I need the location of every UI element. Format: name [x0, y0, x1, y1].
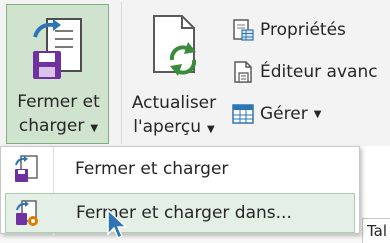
close-and-load-label-line1: Fermer et — [17, 92, 100, 112]
manage-label: Gérer — [260, 104, 308, 124]
close-and-load-icon — [33, 18, 82, 79]
menu-item-label: Fermer et charger — [75, 159, 229, 179]
properties-label: Propriétés — [260, 20, 346, 40]
manage-icon — [232, 104, 254, 124]
ribbon: Fermer et charger ▼ Actualiser l'aperçu ▼ … — [0, 0, 390, 146]
refresh-icon — [153, 15, 197, 76]
refresh-preview-label-line1: Actualiser — [131, 93, 217, 113]
refresh-preview-label-line2: l'aperçu ▼ — [128, 116, 220, 141]
advanced-editor-button[interactable]: Éditeur avanc — [231, 58, 378, 86]
advanced-editor-icon — [234, 61, 252, 83]
menu-item-close-and-load[interactable]: Fermer et charger — [5, 149, 355, 189]
manage-button[interactable]: Gérer ▼ — [231, 100, 321, 128]
advanced-editor-label: Éditeur avanc — [260, 62, 378, 82]
close-and-load-to-icon — [16, 200, 38, 226]
table-tab-partial[interactable]: Tal — [362, 218, 390, 243]
refresh-preview-button[interactable]: Actualiser l'aperçu ▼ — [128, 6, 220, 144]
mouse-pointer-icon — [107, 208, 128, 240]
menu-item-close-and-load-to[interactable]: Fermer et charger dans... — [5, 193, 355, 233]
close-and-load-button[interactable]: Fermer et charger ▼ — [6, 4, 109, 144]
chevron-down-icon: ▼ — [207, 124, 215, 135]
properties-icon — [233, 19, 254, 41]
chevron-down-icon: ▼ — [90, 123, 99, 134]
group-divider — [121, 2, 122, 144]
properties-button[interactable]: Propriétés — [231, 16, 346, 44]
close-and-load-dropdown-menu: Fermer et charger Fermer et charger dans… — [0, 146, 360, 235]
workspace-background — [0, 234, 390, 243]
close-and-load-label-line2: charger ▼ — [7, 115, 110, 140]
close-and-load-icon — [15, 155, 38, 182]
chevron-down-icon: ▼ — [313, 108, 322, 120]
